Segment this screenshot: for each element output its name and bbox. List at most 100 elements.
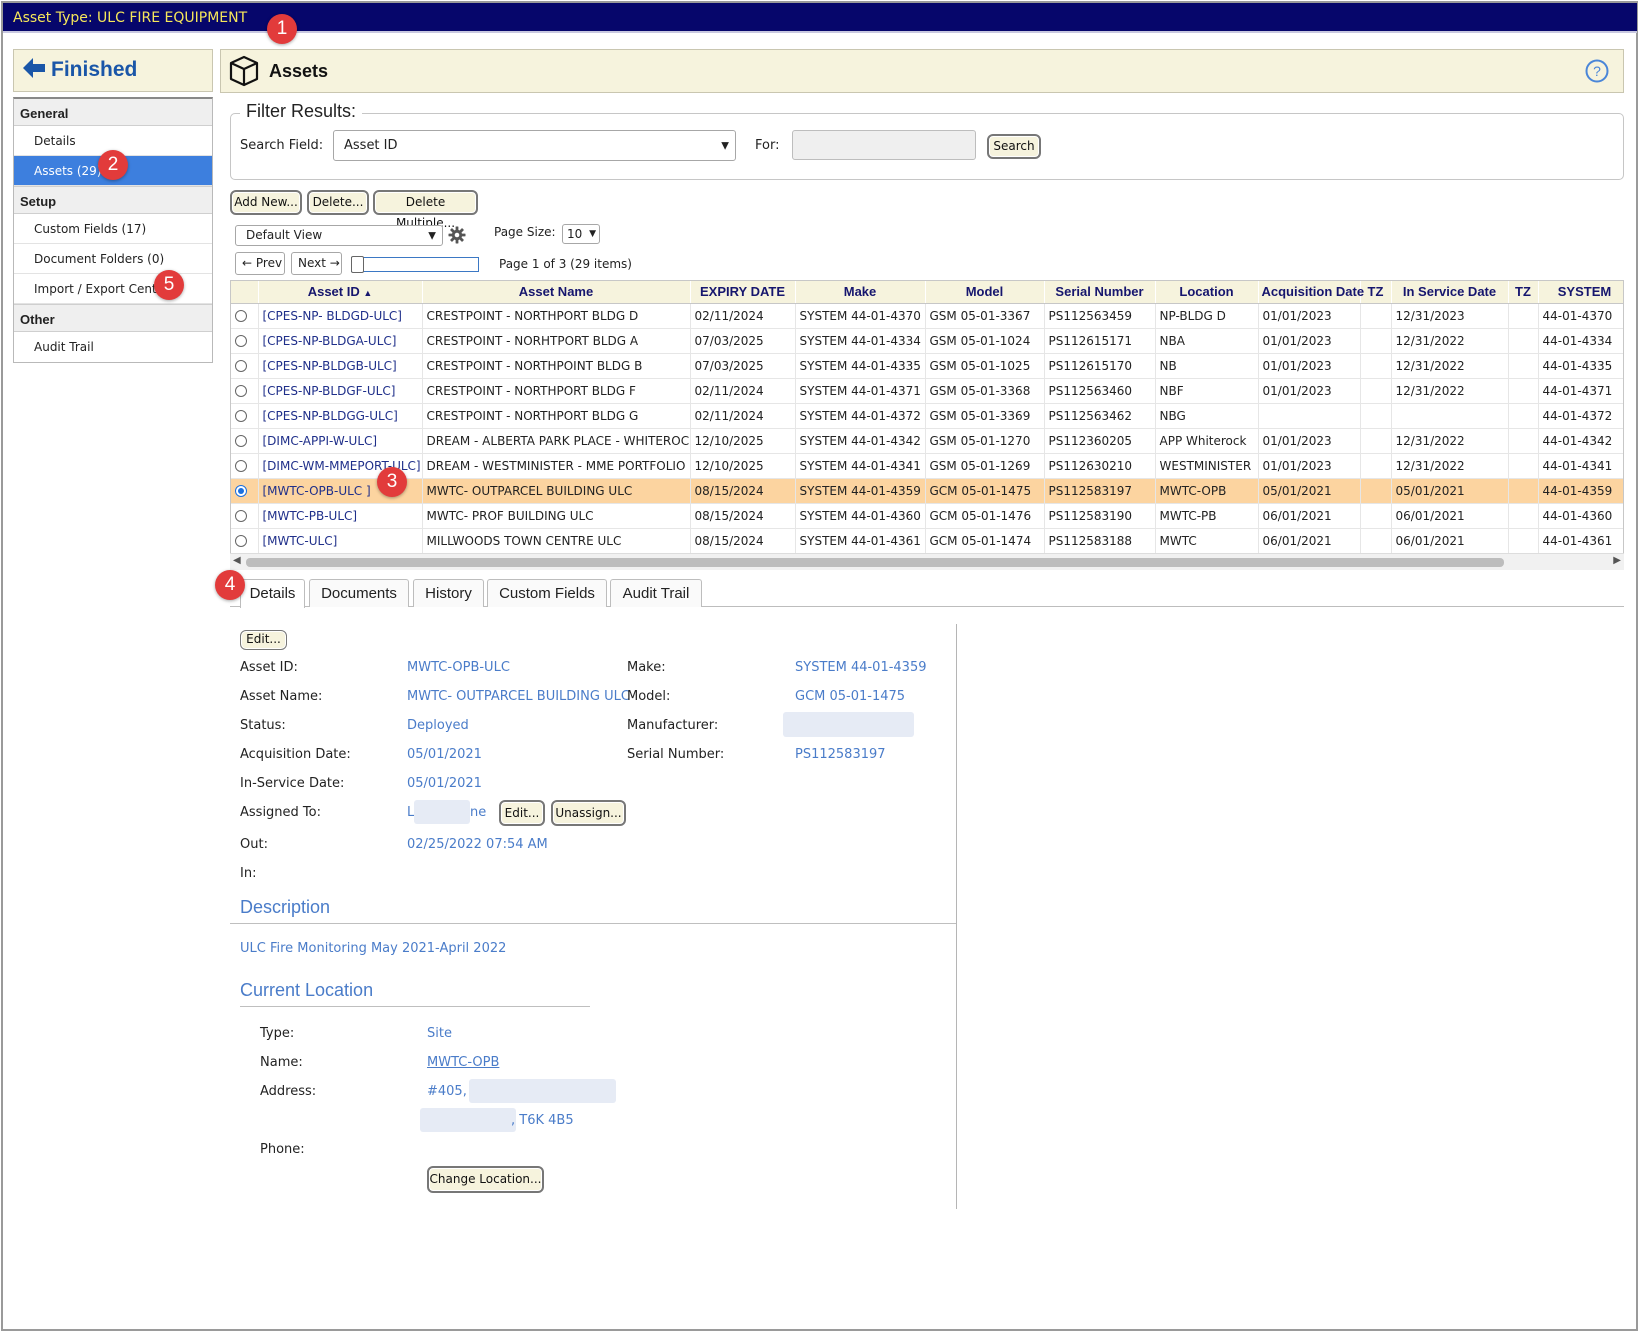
row-select-cell[interactable] bbox=[231, 503, 259, 529]
page-size-label: Page Size: bbox=[494, 225, 556, 239]
row-radio[interactable] bbox=[235, 335, 247, 347]
col-asset-name[interactable]: Asset Name bbox=[422, 281, 691, 304]
cell-asset-id[interactable]: [CPES-NP-BLDGB-ULC] bbox=[258, 353, 423, 379]
col-in-service-date[interactable]: In Service Date bbox=[1391, 281, 1509, 304]
cell-location: APP Whiterock bbox=[1155, 428, 1259, 454]
add-new-button[interactable]: Add New... bbox=[230, 190, 302, 215]
location-name-link[interactable]: MWTC-OPB bbox=[427, 1055, 499, 1070]
sidebar-item-custom-fields[interactable]: Custom Fields (17) bbox=[14, 214, 212, 244]
page-slider-handle[interactable] bbox=[351, 256, 364, 273]
col-serial-number[interactable]: Serial Number bbox=[1044, 281, 1156, 304]
table-row[interactable]: [CPES-NP-BLDGB-ULC] CRESTPOINT - NORTHPOI… bbox=[231, 353, 1623, 379]
tab-details[interactable]: Details bbox=[240, 579, 305, 608]
page-size-select[interactable]: 10 ▼ bbox=[562, 224, 600, 244]
row-select-cell[interactable] bbox=[231, 528, 259, 554]
cell-asset-id[interactable]: [MWTC-PB-ULC] bbox=[258, 503, 423, 529]
page-slider[interactable] bbox=[351, 256, 479, 273]
col-location[interactable]: Location bbox=[1155, 281, 1259, 304]
row-radio[interactable] bbox=[235, 535, 247, 547]
row-select-cell[interactable] bbox=[231, 428, 259, 454]
row-select-cell[interactable] bbox=[231, 403, 259, 429]
row-select-cell[interactable] bbox=[231, 478, 259, 504]
cell-tz-2 bbox=[1508, 428, 1539, 454]
cell-system: 44-01-4372 bbox=[1538, 403, 1623, 429]
table-row[interactable]: [DIMC-WM-MMEPORT-ULC] DREAM - WESTMINISTE… bbox=[231, 453, 1623, 479]
scroll-left-icon[interactable]: ◀ bbox=[233, 555, 241, 566]
assigned-edit-button[interactable]: Edit... bbox=[499, 800, 545, 826]
search-button[interactable]: Search bbox=[987, 134, 1041, 159]
finished-button[interactable]: Finished bbox=[13, 49, 213, 92]
tab-documents[interactable]: Documents bbox=[309, 579, 409, 607]
cell-asset-id[interactable]: [MWTC-ULC] bbox=[258, 528, 423, 554]
col-tz-2[interactable]: TZ bbox=[1508, 281, 1539, 304]
edit-details-button[interactable]: Edit... bbox=[240, 630, 287, 650]
row-select-cell[interactable] bbox=[231, 353, 259, 379]
unassign-button[interactable]: Unassign... bbox=[551, 800, 626, 826]
row-radio[interactable] bbox=[235, 435, 247, 447]
row-radio[interactable] bbox=[235, 510, 247, 522]
col-expiry-date[interactable]: EXPIRY DATE bbox=[690, 281, 796, 304]
scroll-thumb[interactable] bbox=[246, 558, 1504, 567]
cell-serial-number: PS112563460 bbox=[1044, 378, 1156, 404]
cell-asset-id[interactable]: [CPES-NP-BLDGA-ULC] bbox=[258, 328, 423, 354]
tab-audit-trail[interactable]: Audit Trail bbox=[610, 579, 702, 607]
assigned-to-suffix: ne bbox=[470, 805, 487, 820]
row-select-cell[interactable] bbox=[231, 378, 259, 404]
next-button[interactable]: Next → bbox=[291, 252, 342, 275]
sort-asc-icon: ▲ bbox=[363, 288, 373, 299]
cell-asset-id[interactable]: [DIMC-APPI-W-ULC] bbox=[258, 428, 423, 454]
tab-custom-fields[interactable]: Custom Fields bbox=[487, 579, 607, 607]
cell-make: SYSTEM 44-01-4370 bbox=[795, 303, 926, 329]
grid-horizontal-scrollbar[interactable]: ◀ ▶ bbox=[230, 553, 1624, 570]
help-icon[interactable]: ? bbox=[1585, 59, 1609, 83]
table-row[interactable]: [MWTC-OPB-ULC ] MWTC- OUTPARCEL BUILDING … bbox=[231, 478, 1623, 504]
row-radio[interactable] bbox=[235, 385, 247, 397]
row-radio[interactable] bbox=[235, 310, 247, 322]
table-row[interactable]: [MWTC-PB-ULC] MWTC- PROF BUILDING ULC 08/1… bbox=[231, 503, 1623, 529]
sidebar-item-audit-trail[interactable]: Audit Trail bbox=[14, 332, 212, 362]
redacted-address-line2 bbox=[420, 1108, 516, 1132]
row-radio[interactable] bbox=[235, 460, 247, 472]
cell-tz-1 bbox=[1360, 403, 1392, 429]
sidebar-item-document-folders[interactable]: Document Folders (0) bbox=[14, 244, 212, 274]
chevron-down-icon: ▼ bbox=[721, 140, 729, 151]
delete-button[interactable]: Delete... bbox=[307, 190, 369, 215]
table-row[interactable]: [CPES-NP-BLDGF-ULC] CRESTPOINT - NORTHPOR… bbox=[231, 378, 1623, 404]
change-location-button[interactable]: Change Location... bbox=[427, 1166, 544, 1193]
cell-asset-id[interactable]: [CPES-NP-BLDGG-ULC] bbox=[258, 403, 423, 429]
delete-multiple-button[interactable]: Delete Multiple... bbox=[373, 190, 478, 230]
row-select-cell[interactable] bbox=[231, 453, 259, 479]
table-row[interactable]: [CPES-NP-BLDGA-ULC] CRESTPOINT - NORHTPOR… bbox=[231, 328, 1623, 354]
cell-asset-id[interactable]: [CPES-NP-BLDGF-ULC] bbox=[258, 378, 423, 404]
tab-history[interactable]: History bbox=[413, 579, 484, 607]
row-select-cell[interactable] bbox=[231, 303, 259, 329]
prev-button[interactable]: ← Prev bbox=[235, 252, 285, 275]
row-radio[interactable] bbox=[235, 485, 247, 497]
col-acquisition-date[interactable]: Acquisition Date bbox=[1258, 281, 1364, 304]
search-field-select[interactable]: Asset ID ▼ bbox=[333, 130, 736, 161]
table-row[interactable]: [DIMC-APPI-W-ULC] DREAM - ALBERTA PARK PL… bbox=[231, 428, 1623, 454]
table-row[interactable]: [CPES-NP- BLDGD-ULC] CRESTPOINT - NORTHPO… bbox=[231, 303, 1623, 329]
table-row[interactable]: [CPES-NP-BLDGG-ULC] CRESTPOINT - NORTHPOR… bbox=[231, 403, 1623, 429]
scroll-right-icon[interactable]: ▶ bbox=[1613, 555, 1621, 566]
row-select-cell[interactable] bbox=[231, 328, 259, 354]
cell-asset-id[interactable]: [CPES-NP- BLDGD-ULC] bbox=[258, 303, 423, 329]
cell-tz-1 bbox=[1360, 503, 1392, 529]
cell-model: GCM 05-01-1476 bbox=[925, 503, 1045, 529]
view-select[interactable]: Default View ▼ bbox=[235, 225, 443, 246]
search-for-input[interactable] bbox=[792, 130, 976, 160]
col-system[interactable]: SYSTEM bbox=[1538, 281, 1623, 304]
gear-icon[interactable] bbox=[448, 226, 466, 244]
col-asset-id[interactable]: Asset ID ▲ bbox=[258, 281, 423, 304]
table-row[interactable]: [MWTC-ULC] MILLWOODS TOWN CENTRE ULC 08/15… bbox=[231, 528, 1623, 554]
col-tz-1[interactable]: TZ bbox=[1360, 281, 1392, 304]
cell-serial-number: PS112583197 bbox=[1044, 478, 1156, 504]
col-model[interactable]: Model bbox=[925, 281, 1045, 304]
row-radio[interactable] bbox=[235, 410, 247, 422]
cell-in-service-date: 12/31/2022 bbox=[1391, 328, 1509, 354]
cell-model: GCM 05-01-1475 bbox=[925, 478, 1045, 504]
cell-tz-1 bbox=[1360, 428, 1392, 454]
callout-badge-2: 2 bbox=[98, 150, 128, 180]
row-radio[interactable] bbox=[235, 360, 247, 372]
col-make[interactable]: Make bbox=[795, 281, 926, 304]
